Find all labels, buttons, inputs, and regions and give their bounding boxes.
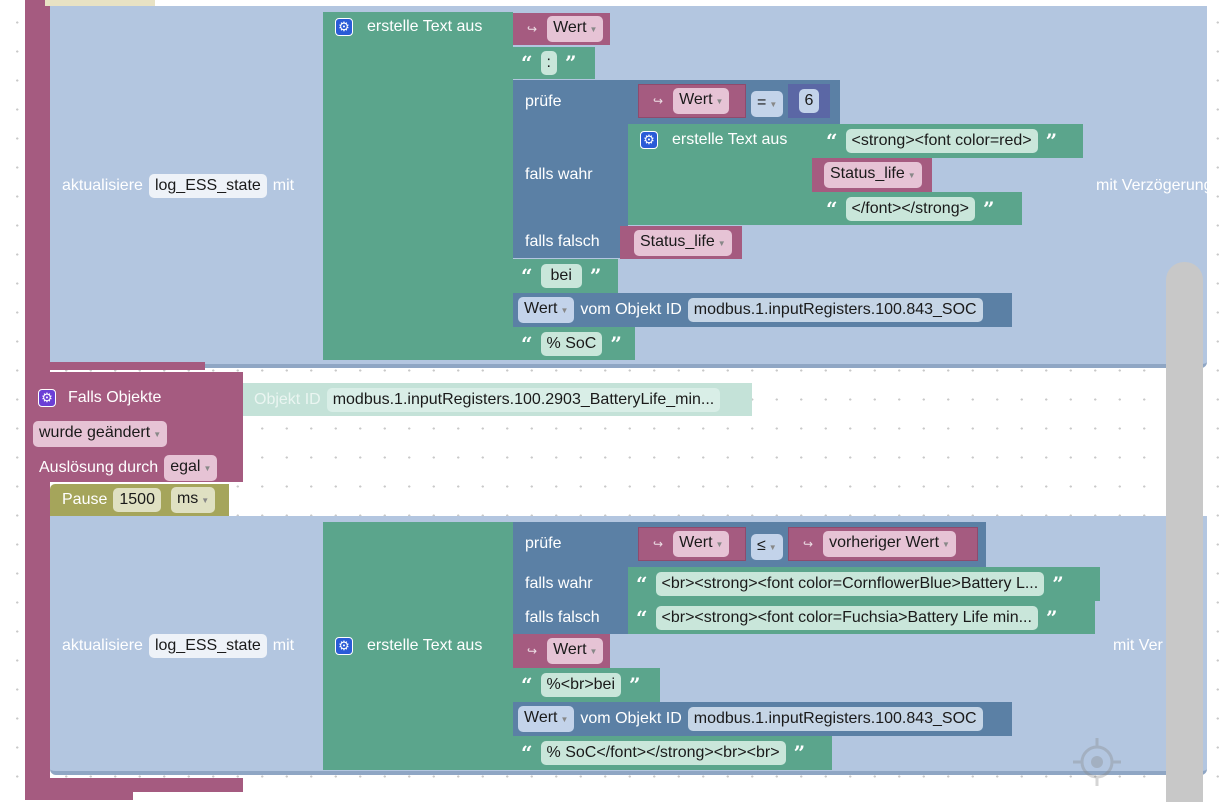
object-id-field[interactable]: modbus.1.inputRegisters.100.2903_Battery… xyxy=(326,387,721,412)
text-field[interactable]: %<br>bei xyxy=(540,673,622,697)
trigger-title: ⚙ Falls Objekte xyxy=(38,389,161,407)
var-status-life[interactable]: Status_life ▼ xyxy=(812,158,932,192)
inner-join-label: erstelle Text aus xyxy=(672,131,788,148)
text-field[interactable]: bei xyxy=(540,264,582,288)
text-block-close-font[interactable]: “</font></strong>” xyxy=(818,192,1022,225)
trigger-row: Auslösung durch egal ▼ xyxy=(39,455,218,481)
variable-field[interactable]: log_ESS_state xyxy=(148,174,267,198)
var-wert-block[interactable]: ↪ Wert ▼ xyxy=(513,634,610,668)
else-label: falls falsch xyxy=(525,233,600,250)
compare-right-var[interactable]: ↪ vorheriger Wert ▼ xyxy=(788,527,978,561)
event-block-footer xyxy=(25,778,243,792)
gear-icon[interactable]: ⚙ xyxy=(640,131,658,149)
arrow-icon: ↪ xyxy=(653,94,664,108)
recenter-target-icon[interactable] xyxy=(1073,738,1121,786)
get-value-block[interactable]: Wert ▼ vom Objekt ID modbus.1.inputRegister… xyxy=(513,702,1012,736)
gear-icon[interactable]: ⚙ xyxy=(335,18,353,36)
vertical-scrollbar[interactable] xyxy=(1166,262,1203,802)
quote-close-icon: ” xyxy=(564,51,577,75)
quote-open-icon: “ xyxy=(521,51,533,75)
text-field[interactable]: </font></strong> xyxy=(845,196,975,221)
compare-left-var[interactable]: ↪ Wert ▼ xyxy=(638,84,746,118)
number-block[interactable]: 6 xyxy=(788,84,830,118)
compare-left-var[interactable]: ↪ Wert ▼ xyxy=(638,527,746,561)
object-id-field[interactable]: modbus.1.inputRegisters.100.843_SOC xyxy=(687,707,983,731)
var-field[interactable]: Wert ▼ xyxy=(547,16,604,42)
text-field[interactable]: <strong><font color=red> xyxy=(845,129,1038,153)
value-dropdown[interactable]: Wert ▼ xyxy=(518,297,575,323)
text-block-soc[interactable]: “% SoC” xyxy=(513,327,635,360)
delay-label: mit Ver xyxy=(1113,637,1163,654)
else-label: falls falsch xyxy=(525,609,600,626)
next-block-top[interactable] xyxy=(25,792,133,800)
text-block-bei[interactable]: “bei” xyxy=(513,259,618,293)
with-label: mit xyxy=(272,177,295,194)
text-field[interactable]: % SoC xyxy=(540,331,603,356)
text-block-strong-red[interactable]: “<strong><font color=red>” xyxy=(818,124,1083,158)
text-field[interactable]: <br><strong><font color=CornflowerBlue>B… xyxy=(655,572,1045,596)
text-field[interactable]: <br><strong><font color=Fuchsia>Battery … xyxy=(655,605,1038,630)
compare-operator[interactable]: ≤ ▼ xyxy=(751,534,783,560)
then-label: falls wahr xyxy=(525,166,593,183)
object-id-block[interactable]: Objekt ID modbus.1.inputRegisters.100.290… xyxy=(243,383,752,416)
var-wert-block[interactable]: ↪ Wert ▼ xyxy=(513,13,610,45)
gear-icon[interactable]: ⚙ xyxy=(38,389,56,407)
text-field[interactable]: % SoC</font></strong><br><br> xyxy=(540,741,786,765)
variable-field[interactable]: log_ESS_state xyxy=(148,634,267,658)
if-label: prüfe xyxy=(525,535,562,552)
get-value-block[interactable]: Wert ▼ vom Objekt ID modbus.1.inputRegister… xyxy=(513,293,1012,327)
text-field[interactable]: : xyxy=(540,51,557,75)
join-text-block[interactable]: ⚙ erstelle Text aus xyxy=(323,522,513,770)
then-label: falls wahr xyxy=(525,575,593,592)
update-label-row: aktualisiere log_ESS_state mit xyxy=(62,634,294,658)
delay-label: mit Verzögerung xyxy=(1096,177,1213,194)
event-block-footer xyxy=(25,362,205,370)
join-label: erstelle Text aus xyxy=(367,18,483,35)
trigger-dropdown[interactable]: egal ▼ xyxy=(164,455,218,481)
text-block-else[interactable]: “<br><strong><font color=Fuchsia>Battery… xyxy=(628,601,1095,634)
text-block-bei[interactable]: “%<br>bei” xyxy=(513,668,660,702)
condition-dropdown[interactable]: wurde geändert ▼ xyxy=(33,421,168,447)
join-text-block[interactable]: ⚙ erstelle Text aus xyxy=(323,12,513,360)
number-field[interactable]: 6 xyxy=(798,89,820,113)
var-field[interactable]: Wert ▼ xyxy=(673,88,730,114)
if-label: prüfe xyxy=(525,93,562,110)
pause-value-field[interactable]: 1500 xyxy=(113,488,161,512)
get-label: vom Objekt ID xyxy=(580,301,682,318)
var-status-life-else[interactable]: Status_life ▼ xyxy=(620,226,742,259)
inner-join-block[interactable]: ⚙ erstelle Text aus xyxy=(628,124,818,225)
update-label-row: aktualisiere log_ESS_state mit xyxy=(62,174,294,198)
text-block-colon[interactable]: “: ” xyxy=(513,47,595,79)
unit-dropdown[interactable]: ms ▼ xyxy=(170,487,216,513)
text-block-soc[interactable]: “% SoC</font></strong><br><br>” xyxy=(513,736,832,770)
compare-operator[interactable]: = ▼ xyxy=(751,91,784,117)
update-label: aktualisiere xyxy=(62,177,143,194)
pause-block[interactable]: Pause 1500 ms ▼ xyxy=(50,484,229,516)
arrow-icon: ↪ xyxy=(527,22,538,36)
object-id-field[interactable]: modbus.1.inputRegisters.100.843_SOC xyxy=(687,298,983,322)
gear-icon[interactable]: ⚙ xyxy=(335,637,353,655)
text-block-then[interactable]: “<br><strong><font color=CornflowerBlue>… xyxy=(628,567,1100,601)
value-dropdown[interactable]: Wert ▼ xyxy=(518,706,575,732)
